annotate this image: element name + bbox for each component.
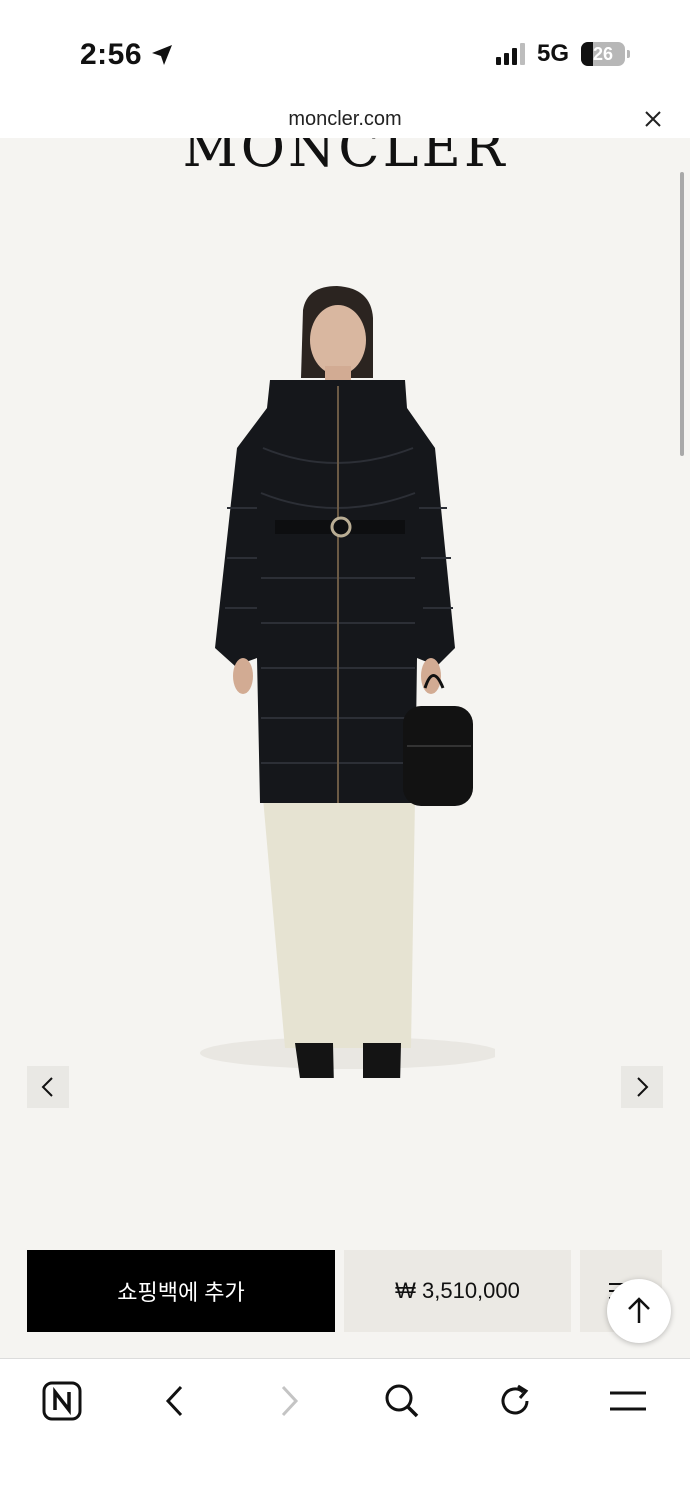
close-icon[interactable] [640, 106, 666, 132]
back-to-top-button[interactable] [607, 1279, 671, 1343]
hamburger-icon [610, 1391, 646, 1411]
browser-menu-button[interactable] [600, 1377, 656, 1425]
chevron-left-icon [41, 1077, 53, 1097]
browser-search-button[interactable] [374, 1377, 430, 1425]
status-bar: 2:56 5G 26 [0, 0, 690, 100]
product-image[interactable] [175, 278, 495, 1078]
page-scrollbar[interactable] [680, 172, 684, 456]
carousel-next-button[interactable] [621, 1066, 663, 1108]
carousel-prev-button[interactable] [27, 1066, 69, 1108]
status-time-group: 2:56 [80, 38, 174, 72]
purchase-actions: 쇼핑백에 추가 ₩ 3,510,000 [0, 1250, 690, 1332]
battery-level: 26 [592, 43, 614, 64]
location-arrow-icon [152, 45, 173, 65]
naver-n-icon [42, 1381, 82, 1421]
reload-icon [501, 1384, 529, 1415]
network-type: 5G [536, 40, 569, 67]
url-bar[interactable]: moncler.com [0, 100, 690, 140]
url-domain[interactable]: moncler.com [0, 108, 690, 131]
browser-back-button[interactable] [147, 1377, 203, 1425]
naver-home-button[interactable] [34, 1377, 90, 1425]
chevron-right-icon [637, 1077, 649, 1097]
browser-reload-button[interactable] [487, 1377, 543, 1425]
battery-icon: 26 [581, 42, 625, 66]
battery-tip [627, 50, 630, 58]
browser-toolbar [0, 1358, 690, 1500]
chevron-right-icon [281, 1385, 299, 1417]
brand-logo[interactable]: MONCLER [0, 138, 690, 179]
add-to-bag-button[interactable]: 쇼핑백에 추가 [27, 1250, 335, 1332]
chevron-left-icon [165, 1385, 183, 1417]
status-time: 2:56 [80, 38, 143, 71]
product-price: ₩ 3,510,000 [344, 1250, 571, 1332]
status-indicators: 5G 26 [495, 40, 630, 68]
cellular-signal-icon [495, 43, 525, 65]
browser-forward-button[interactable] [261, 1377, 317, 1425]
search-icon [385, 1384, 419, 1418]
arrow-up-icon [628, 1297, 650, 1323]
product-page: MONCLER 쇼핑백에 추가 ₩ 3,510,000 [0, 138, 690, 1358]
